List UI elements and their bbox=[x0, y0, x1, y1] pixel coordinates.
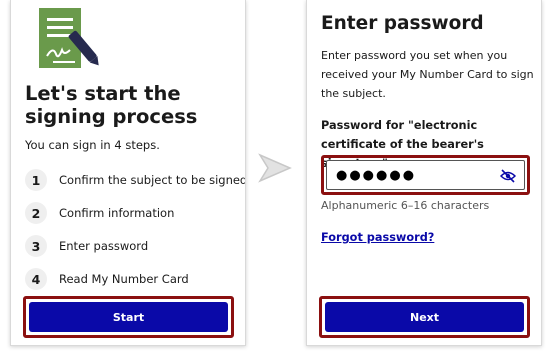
next-button[interactable]: Next bbox=[325, 302, 524, 332]
signing-start-screen: Let's start the signing process You can … bbox=[10, 0, 246, 346]
step-number: 1 bbox=[25, 169, 47, 191]
password-value: ●●●●●● bbox=[336, 167, 417, 183]
password-hint: Alphanumeric 6–16 characters bbox=[321, 199, 490, 212]
next-arrow-icon bbox=[258, 153, 292, 183]
page-title: Let's start the signing process bbox=[25, 82, 198, 128]
start-button[interactable]: Start bbox=[29, 302, 228, 332]
start-button-highlight: Start bbox=[23, 296, 234, 338]
step-label: Enter password bbox=[59, 239, 149, 253]
step-label: Confirm information bbox=[59, 206, 175, 220]
step-item: 3 Enter password bbox=[25, 235, 148, 257]
steps-summary: You can sign in 4 steps. bbox=[25, 138, 160, 152]
forgot-password-link[interactable]: Forgot password? bbox=[321, 231, 434, 244]
step-label: Read My Number Card bbox=[59, 272, 189, 286]
password-input[interactable]: ●●●●●● bbox=[326, 160, 525, 190]
step-item: 1 Confirm the subject to be signed bbox=[25, 169, 246, 191]
page-title: Enter password bbox=[321, 13, 484, 34]
step-label: Confirm the subject to be signed bbox=[59, 173, 246, 187]
step-item: 2 Confirm information bbox=[25, 202, 174, 224]
step-number: 4 bbox=[25, 268, 47, 290]
step-number: 3 bbox=[25, 235, 47, 257]
enter-password-screen: Enter password Enter password you set wh… bbox=[306, 0, 542, 346]
password-description: Enter password you set when you received… bbox=[321, 49, 534, 100]
step-number: 2 bbox=[25, 202, 47, 224]
next-button-highlight: Next bbox=[319, 296, 530, 338]
eye-slash-icon[interactable] bbox=[500, 169, 516, 183]
document-sign-icon bbox=[39, 8, 99, 68]
password-input-highlight: ●●●●●● bbox=[321, 155, 530, 195]
step-item: 4 Read My Number Card bbox=[25, 268, 189, 290]
